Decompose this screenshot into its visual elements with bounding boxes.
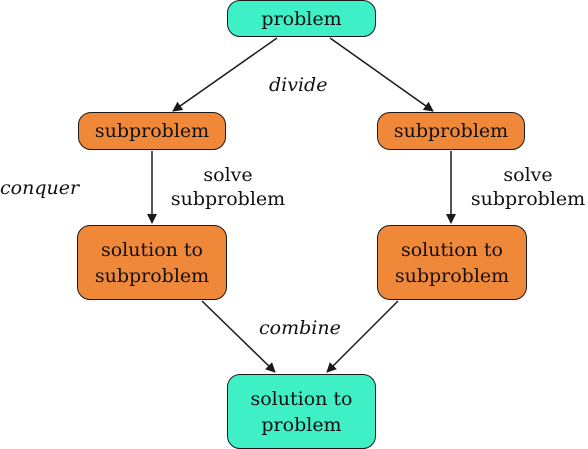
solution-to-problem-node: solution to problem — [227, 374, 376, 449]
arrow-problem-to-subproblem-right — [329, 37, 434, 112]
subproblem-left-node: subproblem — [78, 112, 226, 150]
problem-node: problem — [227, 0, 376, 37]
combine-label: combine — [259, 317, 341, 339]
solution-to-subproblem-left-node: solution to subproblem — [77, 225, 227, 300]
conquer-label: conquer — [0, 177, 80, 199]
divide-label: divide — [269, 74, 328, 96]
subproblem-right-node: subproblem — [377, 112, 525, 150]
solve-subproblem-left-label: solve subproblem — [170, 164, 286, 210]
solve-subproblem-right-label: solve subproblem — [470, 164, 586, 210]
solution-to-subproblem-right-node: solution to subproblem — [377, 225, 527, 300]
arrow-problem-to-subproblem-left — [172, 37, 278, 112]
divide-and-conquer-diagram: problem subproblem subproblem solution t… — [0, 0, 588, 449]
